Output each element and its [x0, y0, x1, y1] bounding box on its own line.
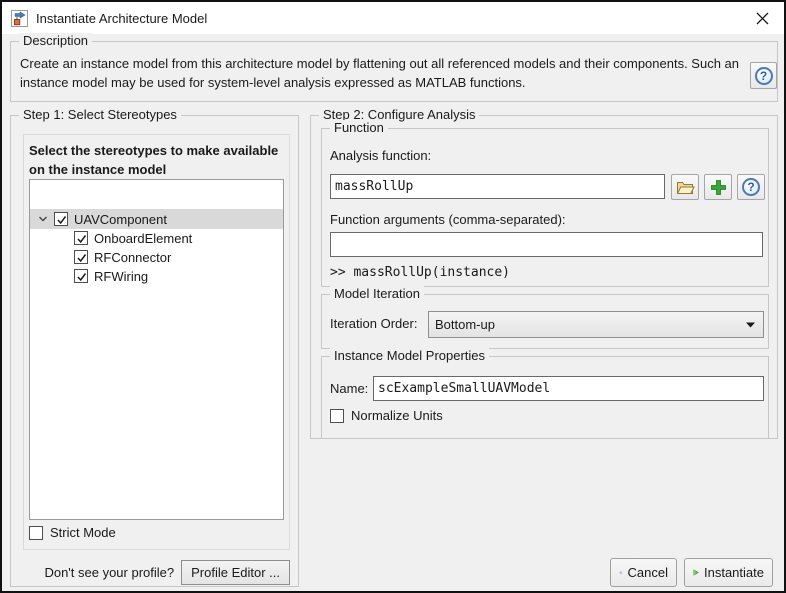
cancel-x-icon [619, 563, 623, 582]
checkmark-icon [75, 232, 89, 246]
name-input[interactable]: scExampleSmallUAVModel [373, 376, 764, 401]
add-function-button[interactable] [704, 174, 732, 200]
description-group: Description Create an instance model fro… [10, 41, 778, 102]
strict-mode-label: Strict Mode [50, 525, 116, 540]
description-help-button[interactable]: ? [750, 62, 777, 89]
function-arguments-label: Function arguments (comma-separated): [330, 212, 566, 227]
checkbox-rfconnector[interactable] [74, 250, 88, 264]
window-title: Instantiate Architecture Model [36, 11, 207, 26]
iteration-order-select[interactable]: Bottom-up [428, 311, 764, 338]
analysis-function-label: Analysis function: [330, 148, 431, 163]
model-iteration-legend: Model Iteration [330, 286, 424, 301]
tree-label: UAVComponent [74, 212, 167, 227]
close-button[interactable] [748, 5, 776, 31]
tree-row-onboardelement[interactable]: OnboardElement [30, 228, 283, 248]
function-arguments-input[interactable] [330, 232, 763, 257]
name-label: Name: [330, 381, 368, 396]
step1-legend: Step 1: Select Stereotypes [19, 107, 181, 122]
normalize-units-label: Normalize Units [351, 408, 443, 423]
analysis-function-input[interactable]: massRollUp [330, 174, 665, 199]
cancel-label: Cancel [628, 565, 668, 580]
dialog-window: Instantiate Architecture Model Descripti… [0, 0, 786, 593]
command-preview: >> massRollUp(instance) [330, 265, 510, 280]
function-group: Function Analysis function: massRollUp ?… [321, 128, 769, 287]
iteration-order-value: Bottom-up [435, 317, 746, 332]
strict-mode-checkbox[interactable] [29, 526, 43, 540]
description-text: Create an instance model from this archi… [20, 54, 742, 92]
step1-inner-panel: Select the stereotypes to make available… [23, 134, 290, 550]
function-legend: Function [330, 120, 388, 135]
tree-row-uavcomponent[interactable]: UAVComponent [30, 209, 283, 229]
profile-prompt: Don't see your profile? [44, 565, 174, 580]
tree-label: RFConnector [94, 250, 171, 265]
help-icon: ? [742, 178, 760, 196]
instantiate-button[interactable]: Instantiate [684, 558, 773, 587]
checkmark-icon [55, 213, 69, 227]
stereotype-instruction: Select the stereotypes to make available… [29, 141, 285, 179]
instance-model-properties-group: Instance Model Properties Name: scExampl… [321, 356, 769, 439]
browse-function-button[interactable] [671, 174, 699, 200]
model-iteration-group: Model Iteration Iteration Order: Bottom-… [321, 294, 769, 349]
function-help-button[interactable]: ? [737, 174, 765, 200]
normalize-units-row: Normalize Units [330, 408, 443, 423]
title-bar: Instantiate Architecture Model [2, 2, 784, 34]
chevron-down-icon[interactable] [38, 214, 48, 224]
description-legend: Description [19, 33, 92, 48]
checkmark-icon [75, 251, 89, 265]
iteration-order-label: Iteration Order: [330, 316, 417, 331]
help-icon: ? [755, 67, 773, 85]
profile-row: Don't see your profile? Profile Editor .… [11, 560, 290, 585]
tree-row-rfconnector[interactable]: RFConnector [30, 247, 283, 267]
instantiate-label: Instantiate [704, 565, 764, 580]
checkbox-rfwiring[interactable] [74, 269, 88, 283]
tree-row-rfwiring[interactable]: RFWiring [30, 266, 283, 286]
app-icon [11, 10, 28, 27]
tree-label: RFWiring [94, 269, 148, 284]
close-icon [756, 12, 769, 25]
folder-icon [676, 180, 695, 195]
strict-mode-row: Strict Mode [29, 525, 116, 540]
plus-icon [710, 179, 727, 196]
dropdown-caret-icon [746, 322, 755, 328]
stereotype-tree[interactable]: UAVComponent OnboardElement RFConnector [29, 179, 284, 520]
checkmark-icon [75, 270, 89, 284]
normalize-units-checkbox[interactable] [330, 409, 344, 423]
step2-group: Step 2: Configure Analysis Function Anal… [310, 115, 778, 439]
checkbox-uavcomponent[interactable] [54, 212, 68, 226]
step1-group: Step 1: Select Stereotypes Select the st… [10, 115, 299, 587]
checkbox-onboardelement[interactable] [74, 231, 88, 245]
profile-editor-button[interactable]: Profile Editor ... [181, 560, 290, 585]
tree-label: OnboardElement [94, 231, 192, 246]
cancel-button[interactable]: Cancel [610, 558, 677, 587]
instance-model-legend: Instance Model Properties [330, 348, 489, 363]
run-play-icon [693, 563, 699, 582]
